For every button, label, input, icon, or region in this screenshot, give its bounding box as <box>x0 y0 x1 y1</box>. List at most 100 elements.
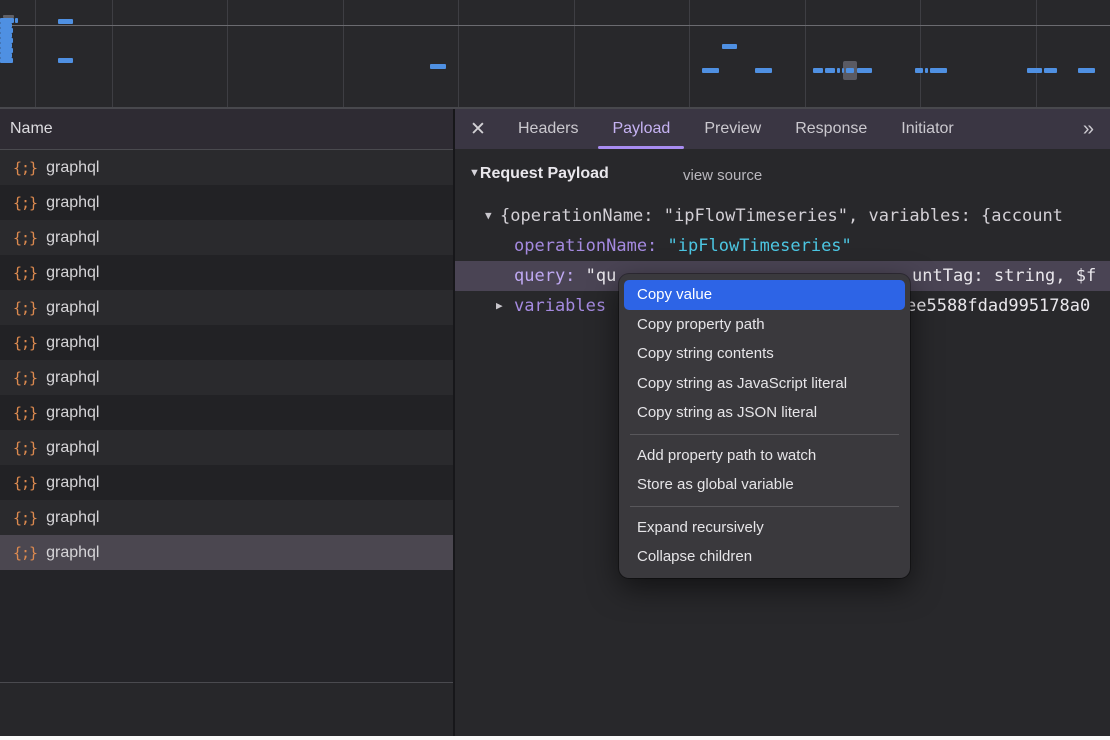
collapse-triangle-icon[interactable]: ▼ <box>469 167 480 179</box>
menu-item-copy-property-path[interactable]: Copy property path <box>624 310 905 340</box>
menu-item-expand-recursively[interactable]: Expand recursively <box>624 513 905 543</box>
payload-row-operationname[interactable]: operationName: "ipFlowTimeseries" <box>455 231 1110 261</box>
json-braces-icon: {;} <box>13 369 37 387</box>
waterfall-bar[interactable] <box>702 68 719 73</box>
request-row[interactable]: {;}graphql <box>0 150 453 185</box>
request-row[interactable]: {;} graphql <box>0 535 453 570</box>
payload-root-preview: {operationName: "ipFlowTimeseries", vari… <box>500 201 1063 231</box>
tab-strip: HeadersPayloadPreviewResponseInitiator <box>501 109 971 149</box>
property-value-right-fragment: untTag: string, $f <box>912 261 1096 291</box>
property-value-right-fragment: ee5588fdad995178a0 <box>906 291 1090 321</box>
json-braces-icon: {;} <box>13 509 37 527</box>
waterfall-bar[interactable] <box>846 68 854 73</box>
property-key: operationName: <box>514 236 657 256</box>
network-overview <box>0 0 1110 109</box>
request-name-label: graphql <box>46 474 99 492</box>
waterfall-bar[interactable] <box>722 44 737 49</box>
summary-footer <box>0 683 453 736</box>
name-column-label: Name <box>10 120 53 138</box>
overview-gridline <box>920 0 921 107</box>
waterfall-bar[interactable] <box>430 64 446 69</box>
request-name-label: graphql <box>46 264 99 282</box>
request-name-label: graphql <box>46 369 99 387</box>
request-name-label: graphql <box>46 229 99 247</box>
overview-gridline <box>689 0 690 107</box>
waterfall-bar[interactable] <box>1027 68 1042 73</box>
json-braces-icon: {;} <box>13 404 37 422</box>
tab-initiator[interactable]: Initiator <box>884 109 970 149</box>
name-column-header[interactable]: Name <box>0 109 453 150</box>
overview-gridline <box>343 0 344 107</box>
collapse-triangle-icon[interactable]: ▼ <box>485 201 492 231</box>
request-row[interactable]: {;} graphql <box>0 430 453 465</box>
menu-item-store-as-global-variable[interactable]: Store as global variable <box>624 470 905 500</box>
request-row[interactable]: {;}graphql <box>0 465 453 500</box>
request-row[interactable]: {;} graphql <box>0 185 453 220</box>
menu-item-copy-string-as-javascript-literal[interactable]: Copy string as JavaScript literal <box>624 369 905 399</box>
overview-gridline <box>574 0 575 107</box>
waterfall-bar[interactable] <box>1078 68 1095 73</box>
active-tab-underline <box>598 146 684 149</box>
request-name-label: graphql <box>46 439 99 457</box>
expand-triangle-icon[interactable]: ▶ <box>496 291 503 321</box>
overview-gridline <box>112 0 113 107</box>
overview-gridline <box>1036 0 1037 107</box>
request-name-label: graphql <box>46 544 99 562</box>
property-value-string: "ipFlowTimeseries" <box>668 236 852 256</box>
request-row[interactable]: {;}graphql <box>0 220 453 255</box>
waterfall-bar[interactable] <box>825 68 835 73</box>
json-braces-icon: {;} <box>13 194 37 212</box>
request-row[interactable]: {;}graphql <box>0 395 453 430</box>
request-row[interactable]: {;} graphql <box>0 325 453 360</box>
json-braces-icon: {;} <box>13 299 37 317</box>
waterfall-bar[interactable] <box>930 68 947 73</box>
waterfall-bar[interactable] <box>842 68 844 73</box>
request-name-label: graphql <box>46 334 99 352</box>
waterfall-bar[interactable] <box>1044 68 1057 73</box>
request-name-label: graphql <box>46 194 99 212</box>
tab-response[interactable]: Response <box>778 109 884 149</box>
waterfall-bar[interactable] <box>58 19 73 24</box>
waterfall-bar[interactable] <box>837 68 840 73</box>
tab-preview[interactable]: Preview <box>687 109 778 149</box>
request-row[interactable]: {;} graphql <box>0 360 453 395</box>
menu-item-collapse-children[interactable]: Collapse children <box>624 542 905 572</box>
json-braces-icon: {;} <box>13 264 37 282</box>
view-source-link[interactable]: view source <box>683 167 762 184</box>
waterfall-bar[interactable] <box>925 68 928 73</box>
more-tabs-icon[interactable]: » <box>1083 118 1110 141</box>
waterfall-bar[interactable] <box>15 18 18 23</box>
menu-item-add-property-path-to-watch[interactable]: Add property path to watch <box>624 441 905 471</box>
request-list: {;} graphql {;} graphql {;} graphql {;} graphql… <box>0 150 453 570</box>
waterfall-bar[interactable] <box>857 68 872 73</box>
overview-gridline <box>35 0 36 107</box>
waterfall-bar[interactable] <box>58 58 73 63</box>
request-row[interactable]: {;} graphql <box>0 255 453 290</box>
waterfall-bar[interactable] <box>755 68 772 73</box>
overview-gridline <box>805 0 806 107</box>
close-icon[interactable]: ✕ <box>455 118 501 141</box>
request-name-label: graphql <box>46 299 99 317</box>
context-menu: Copy valueCopy property pathCopy string … <box>619 274 910 578</box>
overview-gridline <box>227 0 228 107</box>
request-name-label: graphql <box>46 159 99 177</box>
payload-root-row[interactable]: ▼ {operationName: "ipFlowTimeseries", va… <box>455 201 1110 231</box>
json-braces-icon: {;} <box>13 439 37 457</box>
tab-payload[interactable]: Payload <box>595 109 687 149</box>
request-row[interactable]: {;} graphql <box>0 290 453 325</box>
waterfall-bar[interactable] <box>915 68 923 73</box>
waterfall-bar[interactable] <box>813 68 823 73</box>
request-payload-section-header: ▼Request Payload <box>469 165 609 189</box>
json-braces-icon: {;} <box>13 544 37 562</box>
request-payload-title: Request Payload <box>480 165 609 182</box>
request-row[interactable]: {;}graphql <box>0 500 453 535</box>
json-braces-icon: {;} <box>13 334 37 352</box>
waterfall-bar[interactable] <box>0 58 13 63</box>
tab-headers[interactable]: Headers <box>501 109 595 149</box>
property-key: variables <box>514 291 606 321</box>
menu-item-copy-string-as-json-literal[interactable]: Copy string as JSON literal <box>624 398 905 428</box>
overview-gridline <box>458 0 459 107</box>
menu-item-copy-string-contents[interactable]: Copy string contents <box>624 339 905 369</box>
devtools-network-panel: Name {;}graphql{;}graphql{;}graphql{;}gr… <box>0 0 1110 740</box>
menu-item-copy-value[interactable]: Copy value <box>624 280 905 310</box>
